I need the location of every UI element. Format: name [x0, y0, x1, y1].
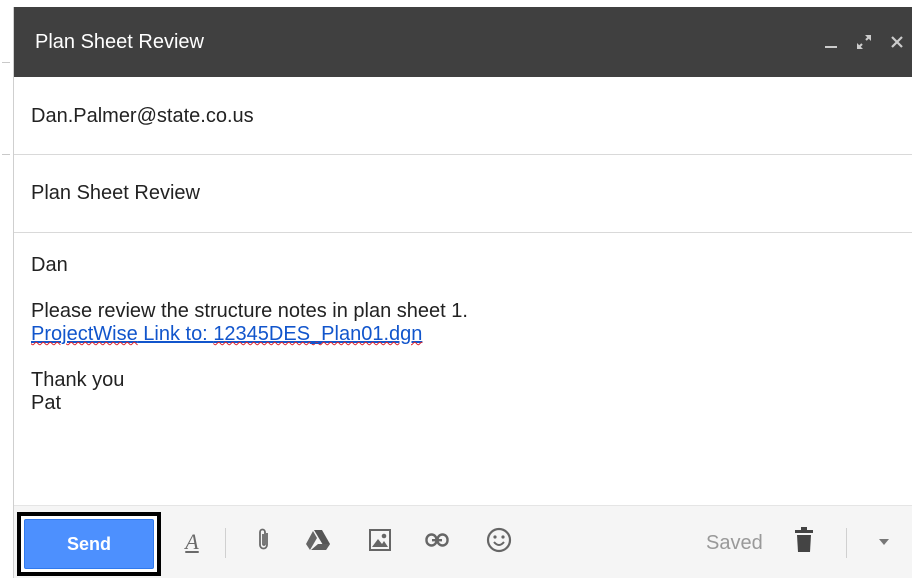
subject-field[interactable]: Plan Sheet Review: [14, 155, 912, 233]
compose-titlebar[interactable]: Plan Sheet Review: [14, 7, 912, 77]
expand-icon: [855, 33, 873, 51]
minimize-button[interactable]: [814, 27, 847, 57]
more-options-icon: [878, 533, 890, 551]
formatting-button[interactable]: A: [174, 522, 210, 562]
link-text-part[interactable]: ProjectWise: [31, 323, 138, 345]
link-text-part[interactable]: 12345DES_Plan01.dgn: [213, 323, 422, 345]
attach-button[interactable]: [246, 522, 282, 562]
link-icon: [425, 532, 449, 552]
window-controls: [814, 27, 912, 57]
close-button[interactable]: [880, 27, 912, 57]
emoji-button[interactable]: [481, 522, 517, 562]
more-options-button[interactable]: [866, 522, 902, 562]
compose-toolbar: Send A Saved: [14, 505, 912, 578]
subject-text[interactable]: Plan Sheet Review: [31, 182, 200, 205]
projectwise-link[interactable]: ProjectWise Link to: 12345DES_Plan01.dgn: [31, 323, 891, 346]
formatting-icon: A: [185, 529, 199, 554]
saved-status: Saved: [706, 532, 763, 554]
page: Plan Sheet Review Dan.Palmer@state.co.us…: [0, 0, 912, 578]
expand-button[interactable]: [847, 27, 880, 57]
insert-link-button[interactable]: [419, 522, 455, 562]
discard-draft-button[interactable]: [786, 522, 822, 562]
close-icon: [890, 35, 904, 49]
background-edge: [0, 0, 13, 578]
edge-mark: [2, 154, 10, 155]
to-field[interactable]: Dan.Palmer@state.co.us: [14, 77, 912, 155]
compose-window: Plan Sheet Review Dan.Palmer@state.co.us…: [13, 7, 912, 578]
send-highlight: Send: [17, 512, 161, 576]
photo-button[interactable]: [362, 522, 398, 562]
to-recipient[interactable]: Dan.Palmer@state.co.us: [31, 105, 254, 128]
link-text-part[interactable]: Link to:: [138, 323, 214, 345]
body-greeting: Dan: [31, 254, 68, 276]
body-line: Please review the structure notes in pla…: [31, 300, 468, 322]
toolbar-divider: [225, 528, 226, 558]
photo-icon: [368, 528, 392, 557]
attach-icon: [254, 527, 274, 558]
send-button[interactable]: Send: [24, 519, 154, 569]
compose-title: Plan Sheet Review: [35, 31, 204, 53]
drive-icon: [305, 528, 331, 557]
body-signature: Pat: [31, 392, 62, 414]
edge-mark: [2, 62, 10, 63]
message-body[interactable]: Dan Please review the structure notes in…: [31, 254, 891, 415]
minimize-icon: [824, 35, 838, 49]
body-closing: Thank you: [31, 369, 125, 391]
emoji-icon: [486, 527, 512, 558]
drive-button[interactable]: [300, 522, 336, 562]
trash-icon: [794, 526, 814, 558]
toolbar-divider: [846, 528, 847, 558]
